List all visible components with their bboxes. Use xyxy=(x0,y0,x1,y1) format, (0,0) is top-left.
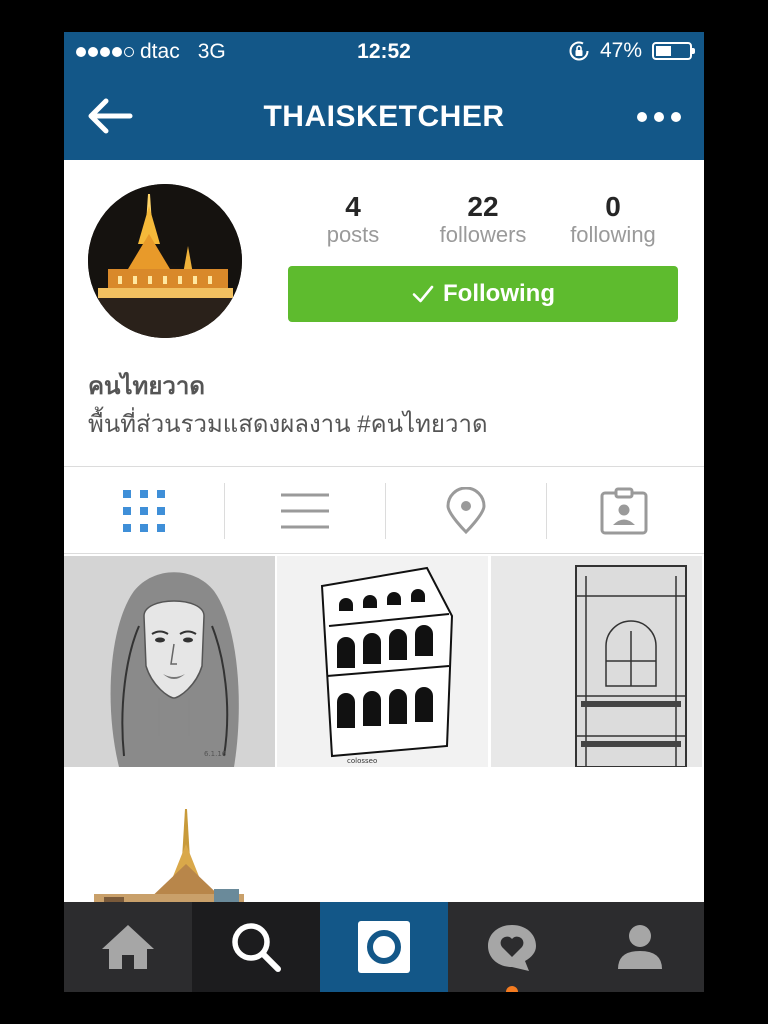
avatar-temple-night-image xyxy=(88,184,242,338)
page-title: THAISKETCHER xyxy=(263,100,505,133)
stat-value: 4 xyxy=(345,191,361,222)
post-colosseum-sketch[interactable]: colosseo xyxy=(277,556,488,767)
view-switcher xyxy=(64,466,704,554)
post-building-sketch[interactable] xyxy=(491,556,702,767)
stat-label: posts xyxy=(326,222,380,247)
battery-info: 47% xyxy=(568,39,695,63)
stat-followers[interactable]: 22 followers xyxy=(418,192,548,248)
following-button[interactable]: Following xyxy=(288,266,678,322)
battery-icon xyxy=(652,42,695,60)
stat-value: 0 xyxy=(605,191,621,222)
tab-search[interactable] xyxy=(192,902,320,992)
orientation-lock-icon xyxy=(569,41,589,61)
stat-label: followers xyxy=(439,222,527,247)
ellipsis-icon xyxy=(637,112,681,122)
tab-activity[interactable] xyxy=(448,902,576,992)
instagram-profile-screen: dtac 3G 12:52 47% THAISKETCHER 4 posts 2… xyxy=(64,32,704,992)
profile-avatar[interactable] xyxy=(88,184,242,338)
svg-text:6.1.16: 6.1.16 xyxy=(204,750,227,758)
tab-camera[interactable] xyxy=(320,902,448,992)
activity-heart-icon xyxy=(488,925,536,971)
profile-bio: พื้นที่ส่วนรวมแสดงผลงาน #คนไทยวาด xyxy=(88,411,488,438)
battery-fill xyxy=(656,46,671,56)
tab-tagged-view[interactable] xyxy=(544,467,704,555)
profile-icon xyxy=(618,925,662,969)
tab-home[interactable] xyxy=(64,902,192,992)
profile-name: คนไทยวาด xyxy=(88,373,205,400)
portrait-sketch-thumbnail: 6.1.16 xyxy=(64,556,275,767)
checkmark-icon xyxy=(412,285,434,303)
home-icon xyxy=(102,925,154,969)
stat-following[interactable]: 0 following xyxy=(548,192,678,248)
stat-posts[interactable]: 4 posts xyxy=(288,192,418,248)
svg-text:colosseo: colosseo xyxy=(347,757,377,765)
tab-list-view[interactable] xyxy=(225,467,385,555)
status-bar: dtac 3G 12:52 47% xyxy=(64,32,704,72)
camera-icon xyxy=(358,921,410,973)
tab-location-view[interactable] xyxy=(386,467,546,555)
navigation-bar: THAISKETCHER xyxy=(64,72,704,160)
tab-grid-view[interactable] xyxy=(64,467,224,555)
notification-dot xyxy=(506,986,518,992)
profile-stats: 4 posts 22 followers 0 following xyxy=(288,192,678,248)
following-button-label: Following xyxy=(443,280,555,307)
battery-percent: 47% xyxy=(599,39,642,62)
colosseum-sketch-thumbnail: colosseo xyxy=(277,556,488,767)
building-facade-sketch-thumbnail xyxy=(491,556,702,767)
location-pin-icon xyxy=(446,487,486,535)
grid-view-icon xyxy=(123,490,165,532)
list-view-icon xyxy=(281,493,329,529)
bottom-tab-bar xyxy=(64,902,704,992)
more-options-button[interactable] xyxy=(634,102,684,132)
tagged-photos-icon xyxy=(600,487,648,535)
post-portrait-sketch[interactable]: 6.1.16 xyxy=(64,556,275,767)
search-icon xyxy=(232,923,281,972)
stat-label: following xyxy=(570,222,656,247)
stat-value: 22 xyxy=(467,191,499,222)
tab-profile[interactable] xyxy=(576,902,704,992)
